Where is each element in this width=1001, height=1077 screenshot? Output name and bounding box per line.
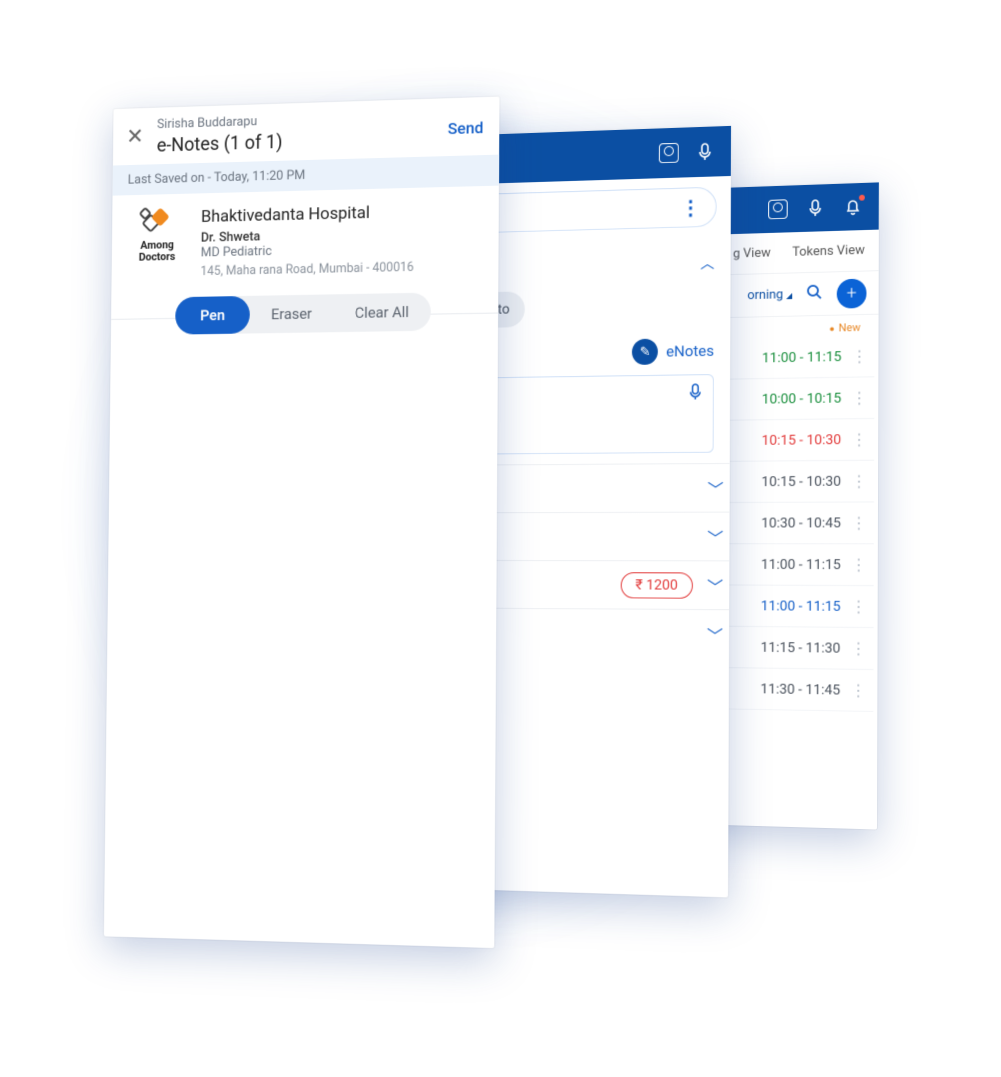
enotes-card: ✕ Sirisha Buddarapu e-Notes (1 of 1) Sen… — [104, 97, 500, 949]
id-card-icon[interactable] — [659, 143, 679, 164]
slot-time: 10:30 - 10:45 — [761, 515, 841, 531]
chevron-up-icon: ︿ — [700, 253, 714, 273]
more-icon[interactable]: ⋮ — [851, 393, 866, 403]
more-icon[interactable]: ⋮ — [851, 351, 866, 361]
mic-icon[interactable] — [695, 141, 715, 162]
slot-time: 10:00 - 10:15 — [762, 390, 842, 407]
slot-time: 10:15 - 10:30 — [761, 473, 841, 489]
tool-eraser[interactable]: Eraser — [250, 294, 334, 333]
slot-time: 11:00 - 11:15 — [762, 349, 842, 366]
fee-pill[interactable]: ₹ 1200 — [620, 572, 693, 599]
mic-icon[interactable] — [688, 383, 703, 404]
tool-pen[interactable]: Pen — [175, 296, 250, 335]
more-icon[interactable]: ⋮ — [850, 685, 865, 695]
send-button[interactable]: Send — [448, 118, 484, 138]
enotes-icon: ✎ — [632, 339, 658, 366]
bell-icon[interactable] — [843, 197, 863, 217]
more-icon[interactable]: ⋮ — [851, 601, 866, 611]
slot-time: 11:15 - 11:30 — [761, 639, 841, 656]
more-icon[interactable]: ⋮ — [851, 518, 866, 528]
more-icon[interactable]: ⋮ — [850, 643, 865, 653]
hospital-name: Bhaktivedanta Hospital — [201, 200, 483, 227]
tab-list-view[interactable]: g View — [733, 246, 771, 262]
org-logo: AmongDoctors — [127, 208, 188, 281]
drawing-canvas[interactable] — [105, 340, 498, 868]
session-dropdown[interactable]: orning — [747, 287, 792, 303]
address: 145, Maha rana Road, Mumbai - 400016 — [200, 258, 482, 279]
chevron-down-icon: ﹀ — [707, 476, 723, 500]
draw-toolbar: Pen Eraser Clear All — [111, 285, 499, 345]
enotes-link[interactable]: ✎ eNotes — [632, 338, 714, 365]
chevron-down-icon: ﹀ — [707, 622, 723, 647]
chevron-down-icon: ﹀ — [707, 573, 723, 597]
enotes-header: ✕ Sirisha Buddarapu e-Notes (1 of 1) Sen… — [113, 97, 500, 166]
more-icon[interactable]: ⋮ — [680, 196, 702, 219]
add-button[interactable]: + — [837, 278, 867, 308]
logo-icon — [140, 208, 174, 236]
tab-tokens-view[interactable]: Tokens View — [792, 243, 865, 260]
slot-time: 10:15 - 10:30 — [761, 432, 841, 449]
tool-clear-all[interactable]: Clear All — [333, 293, 431, 333]
org-block: AmongDoctors Bhaktivedanta Hospital Dr. … — [111, 186, 499, 293]
mic-icon[interactable] — [805, 198, 825, 218]
more-icon[interactable]: ⋮ — [851, 560, 866, 570]
search-icon[interactable] — [806, 284, 823, 305]
slot-time: 11:00 - 11:15 — [761, 598, 841, 614]
more-icon[interactable]: ⋮ — [851, 434, 866, 444]
id-card-icon[interactable] — [768, 199, 788, 219]
close-icon[interactable]: ✕ — [126, 127, 144, 149]
slot-time: 11:00 - 11:15 — [761, 557, 841, 573]
more-icon[interactable]: ⋮ — [851, 476, 866, 486]
slot-time: 11:30 - 11:45 — [760, 681, 840, 698]
chevron-down-icon: ﹀ — [707, 524, 723, 548]
